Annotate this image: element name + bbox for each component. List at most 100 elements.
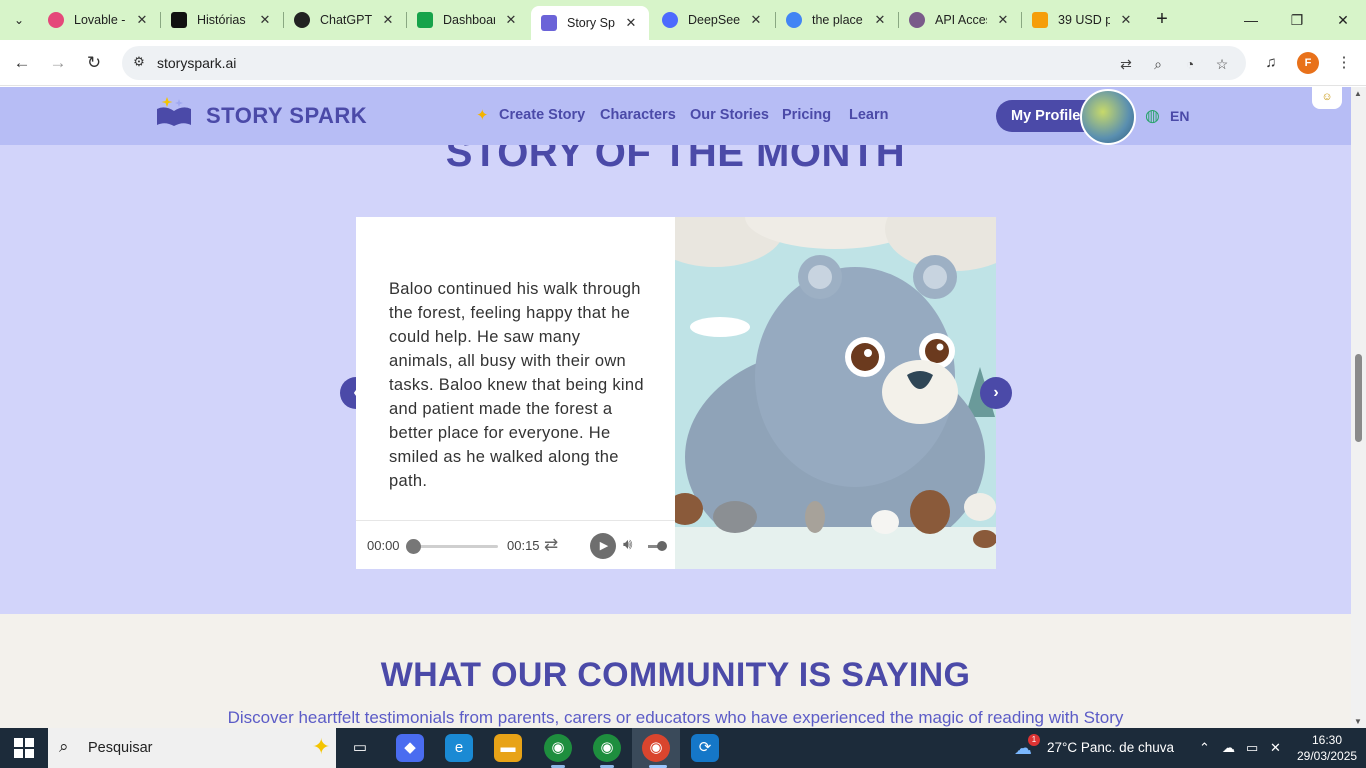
dashboard-favicon-icon [417,12,433,28]
tray-chevron-icon[interactable]: ⌃ [1199,740,1210,756]
close-icon[interactable]: ✕ [1118,12,1134,28]
nav-our-stories[interactable]: Our Stories [690,107,769,123]
new-tab-button[interactable]: + [1150,8,1174,32]
audio-progress-handle[interactable] [406,539,421,554]
windows-taskbar: ⌕ Pesquisar ✦ ▭ ◆ e ▬ ◉ ◉ ◉ ⟳ ☁ 1 27°C P… [0,728,1366,768]
nav-characters[interactable]: Characters [600,107,676,123]
tab-39-usd[interactable]: 39 USD p ✕ [1022,6,1144,34]
site-settings-icon[interactable]: ⚙ [130,54,148,72]
community-section: WHAT OUR COMMUNITY IS SAYING Discover he… [0,614,1351,728]
brand-name[interactable]: STORY SPARK [206,103,367,129]
chrome-profile-app-icon[interactable]: ◉ [593,734,621,762]
story-spark-logo-icon[interactable] [155,95,193,127]
profile-avatar[interactable] [1080,89,1136,145]
floating-widget-icon[interactable]: ☺ [1312,87,1342,109]
page-viewport: STORY SPARK ✦ Create Story Characters Ou… [0,87,1351,728]
globe-icon[interactable]: ◍ [1145,106,1160,126]
tab-strip: ⌄ Lovable - ✕ Histórias ✕ ChatGPT ✕ Dash… [0,0,1366,40]
tab-title: Story Spa [567,16,615,30]
close-icon[interactable]: ✕ [503,12,519,28]
clock-date: 29/03/2025 [1297,749,1358,763]
volume-handle[interactable] [657,541,667,551]
api-favicon-icon [909,12,925,28]
tab-dashboard[interactable]: Dashboar ✕ [407,6,529,34]
scrollbar-thumb[interactable] [1355,354,1362,442]
windows-start-icon[interactable] [14,738,34,758]
language-selector[interactable]: EN [1170,108,1189,124]
bookmark-star-icon[interactable]: ☆ [1212,54,1232,74]
system-clock[interactable]: 16:30 29/03/2025 [1297,732,1357,764]
story-card: Baloo continued his walk through the for… [356,217,996,569]
browser-profile-avatar[interactable]: F [1297,52,1319,74]
nav-create-story[interactable]: Create Story [499,107,585,123]
sparkle-icon: ✦ [476,107,489,124]
url-text[interactable]: storyspark.ai [157,55,236,71]
browser-menu-icon[interactable]: ⋮ [1333,52,1355,74]
chrome-active-app-icon[interactable]: ◉ [632,728,680,768]
nav-pricing[interactable]: Pricing [782,107,831,123]
search-icon: ⌕ [59,737,69,756]
nav-learn[interactable]: Learn [849,107,889,123]
address-bar[interactable]: ⚙ storyspark.ai ⇄ ⌕ ◔ ☆ [122,46,1246,80]
tab-api-access[interactable]: API Acces ✕ [899,6,1021,34]
tab-title: the place [812,13,863,27]
tab-google[interactable]: the place ✕ [776,6,898,34]
weather-badge: 1 [1028,734,1040,746]
close-icon[interactable]: ✕ [748,12,764,28]
weather-text[interactable]: 27°C Panc. de chuva [1047,740,1174,755]
google-favicon-icon [786,12,802,28]
performance-icon[interactable]: ◔ [1180,54,1200,74]
tab-deepseek[interactable]: DeepSeek ✕ [652,6,774,34]
close-icon[interactable]: ✕ [872,12,888,28]
file-explorer-icon[interactable]: ▬ [494,734,522,762]
onedrive-icon[interactable]: ☁ [1222,740,1235,756]
chrome-app-icon[interactable]: ◉ [544,734,572,762]
restore-button[interactable]: ❐ [1274,8,1320,32]
close-icon[interactable]: ✕ [257,12,273,28]
close-icon[interactable]: ✕ [134,12,150,28]
reload-button[interactable]: ↻ [81,50,107,76]
community-heading: WHAT OUR COMMUNITY IS SAYING [380,656,971,694]
site-header: STORY SPARK ✦ Create Story Characters Ou… [0,87,1351,145]
tab-chatgpt[interactable]: ChatGPT ✕ [284,6,406,34]
tab-title: Histórias [197,13,246,27]
back-button[interactable]: ← [9,50,35,76]
tab-search-button[interactable]: ⌄ [6,7,32,33]
task-view-icon[interactable]: ▭ [346,734,374,762]
scroll-up-icon[interactable]: ▲ [1354,89,1362,98]
edge-app-icon[interactable]: e [445,734,473,762]
page-scrollbar[interactable]: ▲ ▼ [1351,87,1366,728]
speaker-muted-icon[interactable]: ✕ [1270,740,1281,756]
close-window-button[interactable]: ✕ [1320,8,1366,32]
forward-button[interactable]: → [45,50,71,76]
lovable-favicon-icon [48,12,64,28]
tab-lovable[interactable]: Lovable - ✕ [38,6,160,34]
tab-historias[interactable]: Histórias ✕ [161,6,283,34]
tab-story-spark[interactable]: Story Spa ✕ [531,6,649,40]
taskbar-search[interactable]: ⌕ Pesquisar ✦ [48,728,336,768]
close-icon[interactable]: ✕ [623,15,639,31]
scroll-down-icon[interactable]: ▼ [1354,717,1362,726]
browser-toolbar: ← → ↻ ⚙ storyspark.ai ⇄ ⌕ ◔ ☆ ♫ F ⋮ [0,40,1366,86]
taskbar-search-placeholder[interactable]: Pesquisar [88,740,152,756]
close-icon[interactable]: ✕ [380,12,396,28]
media-controls-icon[interactable]: ♫ [1260,52,1282,74]
tab-title: DeepSeek [688,13,740,27]
battery-icon[interactable]: ▭ [1246,740,1258,756]
volume-icon[interactable]: 🔊︎ [623,536,632,553]
story-illustration-bear [675,217,996,569]
translate-icon[interactable]: ⇄ [1116,54,1136,74]
carousel-next-button[interactable]: › [980,377,1012,409]
audio-current-time: 00:00 [367,538,400,553]
loop-off-icon[interactable]: ⇄ [544,535,558,555]
play-button[interactable]: ▶ [590,533,616,559]
audio-player: 00:00 00:15 ⇄ ▶ 🔊︎ [356,520,675,569]
tab-title: Dashboar [443,13,495,27]
remote-app-icon[interactable]: ⟳ [691,734,719,762]
close-icon[interactable]: ✕ [995,12,1011,28]
minimize-button[interactable]: — [1228,8,1274,32]
zoom-icon[interactable]: ⌕ [1148,54,1168,74]
community-subtitle: Discover heartfelt testimonials from par… [227,708,1124,727]
story-text: Baloo continued his walk through the for… [389,280,644,490]
copilot-app-icon[interactable]: ◆ [396,734,424,762]
